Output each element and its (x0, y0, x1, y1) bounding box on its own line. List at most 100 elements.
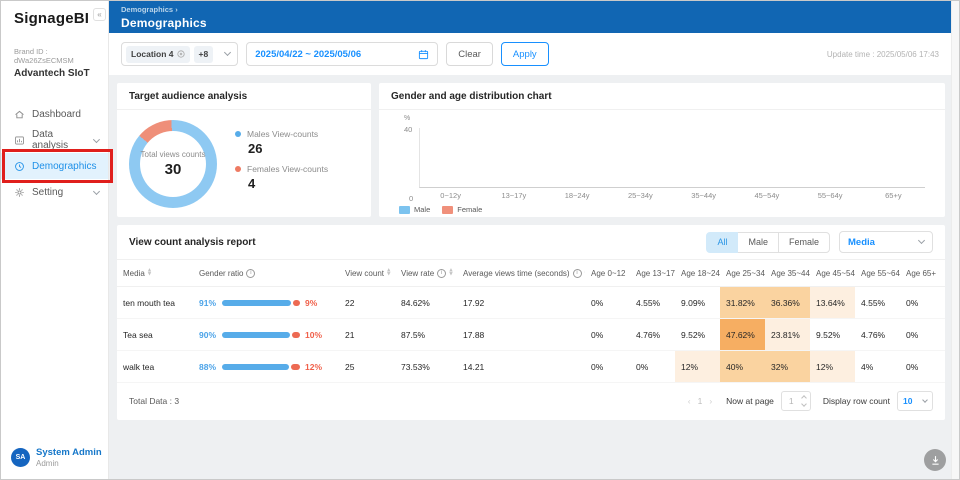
chevron-down-icon (93, 187, 100, 194)
breadcrumb[interactable]: Demographics › (121, 5, 947, 14)
audience-legend: Males View-counts 26 Females View-counts… (235, 129, 328, 199)
sidebar-item-demographics[interactable]: Demographics (1, 153, 108, 179)
sidebar: SignageBI « Brand ID : dWa26ZsECMSM Adva… (1, 1, 109, 479)
stepper-carets[interactable] (802, 396, 806, 406)
page-input[interactable]: 1 (781, 391, 811, 411)
x-tick-label: 55~64y (813, 191, 847, 200)
sidebar-menu: Dashboard Data analysis Demographics Set… (1, 101, 108, 205)
location-tag[interactable]: Location 4 (126, 46, 190, 63)
cell-view-rate: 73.53% (395, 351, 457, 382)
column-label: Gender ratio (199, 269, 243, 278)
page-header: Demographics › Demographics (109, 1, 959, 33)
cell-age-0: 0% (585, 287, 630, 318)
info-icon[interactable] (437, 269, 446, 278)
page-number[interactable]: 1 (698, 396, 703, 406)
sidebar-collapse-button[interactable]: « (93, 8, 106, 21)
remove-tag-icon[interactable] (177, 50, 185, 58)
filter-bar: Location 4 +8 2025/04/22 ~ 2025/05/06 Cl… (109, 33, 959, 75)
cell-avg-time: 14.21 (457, 351, 585, 382)
column-header-view-count[interactable]: View count (339, 260, 395, 286)
column-header-age-0-12: Age 0~12 (585, 260, 630, 286)
gender-filter-segment: All Male Female (706, 232, 830, 253)
cell-age-5: 9.52% (810, 319, 855, 350)
date-range-input[interactable]: 2025/04/22 ~ 2025/05/06 (246, 42, 438, 66)
column-header-media[interactable]: Media (117, 260, 193, 286)
sort-icon[interactable] (449, 269, 452, 276)
sort-icon[interactable] (387, 269, 390, 276)
report-card-title: View count analysis report (129, 237, 256, 248)
donut-chart: Total views counts 30 (129, 120, 217, 208)
column-label: Age 35~44 (771, 269, 810, 278)
next-page-icon[interactable]: › (709, 396, 712, 406)
legend-female-label: Females View-counts (247, 164, 328, 174)
male-ratio: 91% (199, 298, 216, 308)
breadcrumb-separator-icon: › (175, 5, 178, 14)
legend-male-label: Males View-counts (247, 129, 318, 139)
media-dropdown[interactable]: Media (839, 231, 933, 253)
breadcrumb-item[interactable]: Demographics (121, 5, 173, 14)
filter-male-button[interactable]: Male (737, 232, 779, 253)
cell-age-2: 9.52% (675, 319, 720, 350)
row-count-dropdown[interactable]: 10 (897, 391, 933, 411)
apply-button[interactable]: Apply (501, 42, 549, 66)
x-tick-label: 25~34y (623, 191, 657, 200)
legend-female-text: Female (457, 205, 482, 214)
now-at-page-label: Now at page (726, 396, 774, 406)
x-tick-label: 18~24y (560, 191, 594, 200)
report-table-body: ten mouth tea91%9%2284.62%17.920%4.55%9.… (117, 287, 945, 383)
column-label: Age 0~12 (591, 269, 625, 278)
column-label: Age 18~24 (681, 269, 720, 278)
column-header-age-35-44: Age 35~44 (765, 260, 810, 286)
info-icon[interactable] (246, 269, 255, 278)
sidebar-item-setting[interactable]: Setting (1, 179, 108, 205)
table-row: Tea sea90%10%2187.5%17.880%4.76%9.52%47.… (117, 319, 945, 351)
download-icon (930, 455, 941, 466)
scrollbar[interactable] (951, 1, 959, 479)
legend-item-male: Males View-counts (235, 129, 328, 139)
clock-icon (14, 161, 25, 172)
location-select[interactable]: Location 4 +8 (121, 42, 238, 66)
filter-all-button[interactable]: All (706, 232, 738, 253)
bar-chart: % 40 0 0~12y13~17y18~24y25~34y35~44y45~5… (419, 128, 925, 200)
view-count-report-card: View count analysis report All Male Fema… (117, 225, 945, 420)
column-header-average-views-time-seconds[interactable]: Average views time (seconds) (457, 260, 585, 286)
report-table-header: Media Gender ratio View count View rate Aver… (117, 260, 945, 287)
info-icon[interactable] (573, 269, 582, 278)
sidebar-item-label: Demographics (32, 161, 96, 172)
page-input-value: 1 (789, 396, 794, 406)
target-audience-card: Target audience analysis Total views cou… (117, 83, 371, 217)
update-time: Update time : 2025/05/06 17:43 (827, 50, 945, 59)
male-dot-icon (235, 131, 241, 137)
download-button[interactable] (924, 449, 946, 471)
column-header-view-rate[interactable]: View rate (395, 260, 457, 286)
bar-xlabels: 0~12y13~17y18~24y25~34y35~44y45~54y55~64… (419, 191, 925, 200)
cell-view-count: 25 (339, 351, 395, 382)
column-header-age-25-34: Age 25~34 (720, 260, 765, 286)
cell-age-0: 0% (585, 319, 630, 350)
user-menu[interactable]: SA System Admin Admin (11, 447, 102, 468)
column-label: Age 45~54 (816, 269, 855, 278)
sidebar-item-dashboard[interactable]: Dashboard (1, 101, 108, 127)
column-label: View rate (401, 269, 434, 278)
donut-center-label: Total views counts (141, 150, 206, 159)
column-label: Age 65+ (906, 269, 936, 278)
cell-age-3: 47.62% (720, 319, 765, 350)
prev-page-icon[interactable]: ‹ (688, 396, 691, 406)
x-tick-label: 13~17y (497, 191, 531, 200)
cell-media: Tea sea (117, 319, 193, 350)
legend-male-text: Male (414, 205, 430, 214)
sidebar-item-label: Setting (32, 187, 63, 198)
table-row: ten mouth tea91%9%2284.62%17.920%4.55%9.… (117, 287, 945, 319)
gender-age-distribution-card: Gender and age distribution chart % 40 0… (379, 83, 945, 217)
sidebar-item-data-analysis[interactable]: Data analysis (1, 127, 108, 153)
column-label: Age 55~64 (861, 269, 900, 278)
location-extra-tag[interactable]: +8 (194, 46, 214, 63)
cell-age-3: 40% (720, 351, 765, 382)
clear-button[interactable]: Clear (446, 42, 493, 66)
legend-item-female: Females View-counts (235, 164, 328, 174)
sort-icon[interactable] (148, 269, 151, 276)
filter-female-button[interactable]: Female (778, 232, 830, 253)
cell-age-7: 0% (900, 351, 945, 382)
audience-card-title: Target audience analysis (129, 91, 247, 102)
cell-gender-ratio: 90%10% (193, 319, 339, 350)
